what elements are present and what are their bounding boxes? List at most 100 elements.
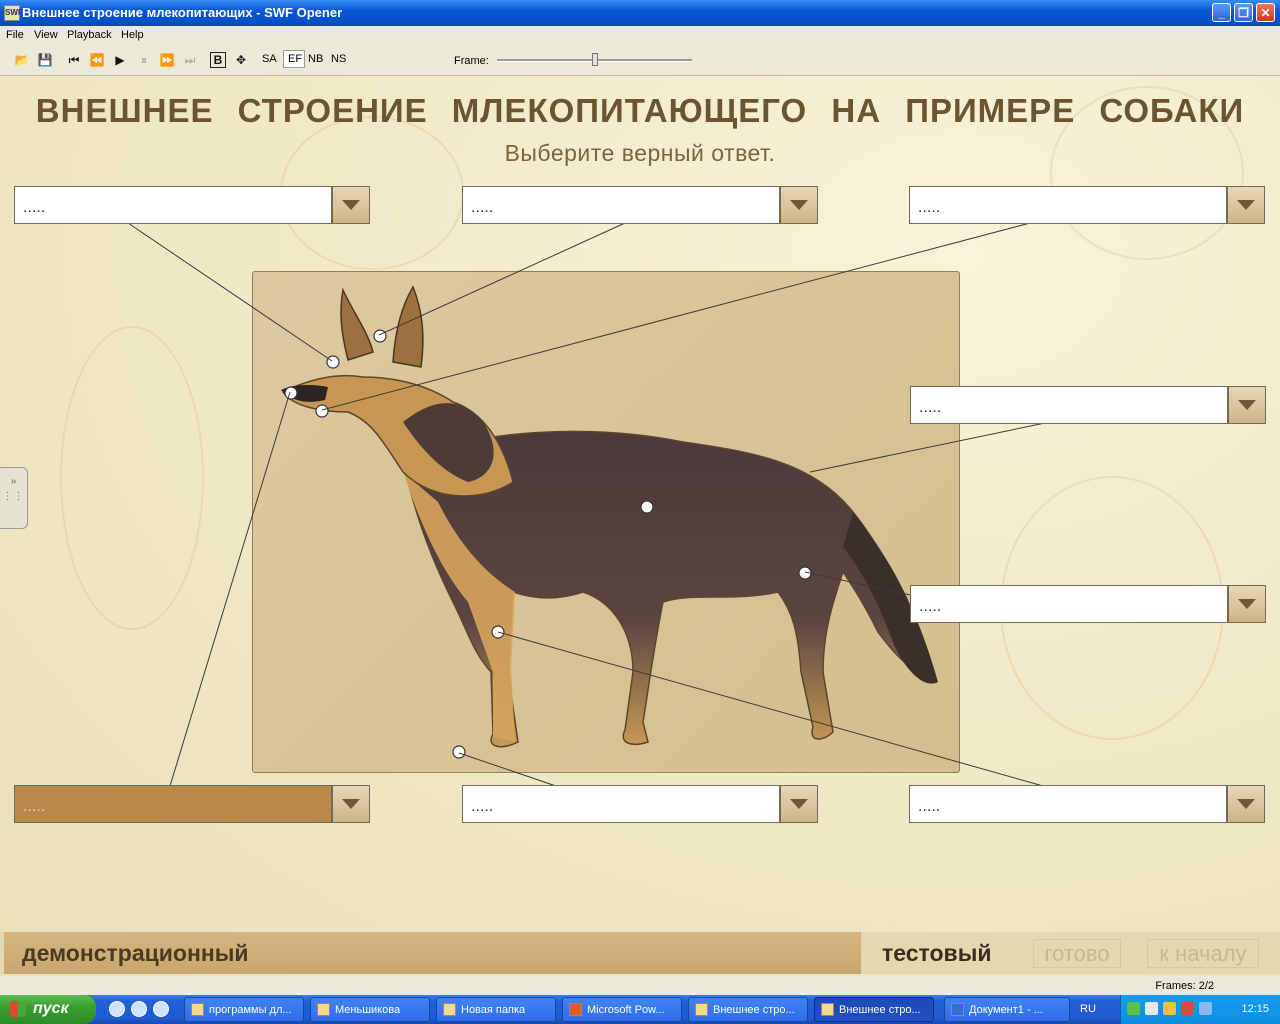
taskbar-item[interactable]: Microsoft Pow... — [562, 997, 682, 1022]
taskbar-item[interactable]: Новая папка — [436, 997, 556, 1022]
marker-mouth[interactable] — [315, 404, 329, 418]
dropdown-value[interactable]: ..... — [14, 186, 332, 224]
flash-stage: ВНЕШНЕЕ СТРОЕНИЕ МЛЕКОПИТАЮЩЕГО НА ПРИМЕ… — [0, 76, 1280, 976]
dog-illustration — [281, 285, 938, 759]
dog-ear-right — [392, 285, 424, 368]
demo-mode-label: демонстрационный — [22, 940, 249, 966]
answer-dropdown-1[interactable]: ..... — [14, 186, 374, 228]
b-button[interactable]: B — [210, 52, 226, 68]
side-panel-handle[interactable]: » ⋮⋮ — [0, 467, 28, 529]
expand-arrows-icon: » — [10, 476, 17, 487]
marker-paw[interactable] — [452, 745, 466, 759]
window-title: Внешнее строение млекопитающих - SWF Ope… — [22, 5, 343, 20]
menu-bar: File View Playback Help — [0, 26, 1280, 45]
start-label: пуск — [33, 1000, 69, 1017]
windows-logo-icon — [10, 1001, 26, 1017]
taskbar-item-active[interactable]: Внешнее стро... — [814, 997, 934, 1022]
clock: 12:15 — [1241, 1003, 1269, 1015]
dog-picture-frame — [252, 271, 960, 773]
menu-view[interactable]: View — [34, 29, 58, 41]
dropdown-value[interactable]: ..... — [909, 186, 1227, 224]
dropdown-value[interactable]: ..... — [14, 785, 332, 823]
dog-ear-left — [340, 287, 374, 361]
toolbar: 📂 💾 ⏮ ⏪ ▶ ⏸ ⏩ ⏭ B ✥ SA EF NB NS Frame: — [0, 45, 1280, 76]
frame-slider-thumb[interactable] — [592, 53, 598, 66]
internet-explorer-icon[interactable] — [109, 1001, 125, 1017]
marker-nose[interactable] — [284, 386, 298, 400]
chevron-down-icon — [342, 200, 360, 210]
taskbar-item[interactable]: программы дл... — [184, 997, 304, 1022]
language-indicator[interactable]: RU — [1080, 1003, 1096, 1015]
dropdown-value[interactable]: ..... — [462, 785, 780, 823]
browser-icon[interactable] — [153, 1001, 169, 1017]
answer-dropdown-6[interactable]: ..... — [14, 785, 374, 827]
ns-button[interactable]: NS — [331, 53, 346, 65]
marker-hind-thigh[interactable] — [798, 566, 812, 580]
answer-dropdown-4[interactable]: ..... — [910, 386, 1270, 428]
answer-dropdown-8[interactable]: ..... — [909, 785, 1269, 827]
tray-icon[interactable] — [1181, 1002, 1194, 1015]
grip-icon: ⋮⋮ — [2, 491, 25, 502]
pause-icon[interactable]: ⏸ — [136, 52, 152, 68]
fast-forward-icon[interactable]: ⏩ — [159, 52, 175, 68]
ef-button[interactable]: EF — [288, 53, 302, 65]
tray-icon[interactable] — [1163, 1002, 1176, 1015]
test-mode-tab[interactable]: тестовый — [882, 940, 991, 967]
taskbar: пуск программы дл... Меньшикова Новая па… — [0, 995, 1280, 1024]
minimize-button[interactable]: _ — [1212, 3, 1231, 22]
dropdown-arrow-button[interactable] — [780, 186, 818, 224]
window-titlebar: SWF Внешнее строение млекопитающих - SWF… — [0, 0, 1280, 26]
menu-playback[interactable]: Playback — [67, 29, 112, 41]
last-frame-icon[interactable]: ⏭ — [182, 52, 198, 68]
dropdown-arrow-button[interactable] — [780, 785, 818, 823]
marker-ear[interactable] — [373, 329, 387, 343]
taskbar-item[interactable]: Документ1 - ... — [944, 997, 1070, 1022]
answer-dropdown-5[interactable]: ..... — [910, 585, 1270, 627]
menu-file[interactable]: File — [6, 29, 24, 41]
to-start-button[interactable]: к началу — [1147, 939, 1259, 968]
mode-bar: демонстрационный тестовый готово к начал… — [0, 932, 1280, 974]
chevron-down-icon — [1238, 599, 1256, 609]
maximize-button[interactable]: ❐ — [1234, 3, 1253, 22]
chevron-down-icon — [1238, 400, 1256, 410]
dropdown-value[interactable]: ..... — [909, 785, 1227, 823]
marker-back[interactable] — [640, 500, 654, 514]
answer-dropdown-3[interactable]: ..... — [909, 186, 1269, 228]
tray-icon[interactable] — [1145, 1002, 1158, 1015]
rewind-icon[interactable]: ⏪ — [89, 52, 105, 68]
volume-icon[interactable] — [1199, 1002, 1212, 1015]
dropdown-value[interactable]: ..... — [462, 186, 780, 224]
dropdown-value[interactable]: ..... — [910, 386, 1228, 424]
marker-foreleg[interactable] — [491, 625, 505, 639]
answer-dropdown-2[interactable]: ..... — [462, 186, 822, 228]
dropdown-arrow-button[interactable] — [332, 785, 370, 823]
media-player-icon[interactable] — [131, 1001, 147, 1017]
dropdown-arrow-button[interactable] — [1228, 585, 1266, 623]
dropdown-arrow-button[interactable] — [1228, 386, 1266, 424]
save-icon[interactable]: 💾 — [37, 52, 53, 68]
chevron-down-icon — [1237, 799, 1255, 809]
open-folder-icon[interactable]: 📂 — [14, 52, 30, 68]
dropdown-arrow-button[interactable] — [1227, 186, 1265, 224]
swf-icon — [695, 1003, 708, 1016]
menu-help[interactable]: Help — [121, 29, 144, 41]
dropdown-arrow-button[interactable] — [1227, 785, 1265, 823]
dropdown-value[interactable]: ..... — [910, 585, 1228, 623]
dropdown-arrow-button[interactable] — [332, 186, 370, 224]
marker-eye[interactable] — [326, 355, 340, 369]
powerpoint-icon — [569, 1003, 582, 1016]
answer-dropdown-7[interactable]: ..... — [462, 785, 822, 827]
tray-icon[interactable] — [1127, 1002, 1140, 1015]
sa-button[interactable]: SA — [262, 53, 277, 65]
taskbar-item[interactable]: Внешнее стро... — [688, 997, 808, 1022]
fit-screen-icon[interactable]: ✥ — [233, 52, 249, 68]
demo-mode-tab[interactable]: демонстрационный — [4, 932, 861, 974]
play-icon[interactable]: ▶ — [112, 52, 128, 68]
chevron-down-icon — [342, 799, 360, 809]
taskbar-item[interactable]: Меньшикова — [310, 997, 430, 1022]
start-button[interactable]: пуск — [0, 995, 96, 1024]
close-button[interactable]: ✕ — [1256, 3, 1275, 22]
nb-button[interactable]: NB — [308, 53, 323, 65]
done-button[interactable]: готово — [1033, 939, 1121, 968]
first-frame-icon[interactable]: ⏮ — [66, 52, 82, 68]
